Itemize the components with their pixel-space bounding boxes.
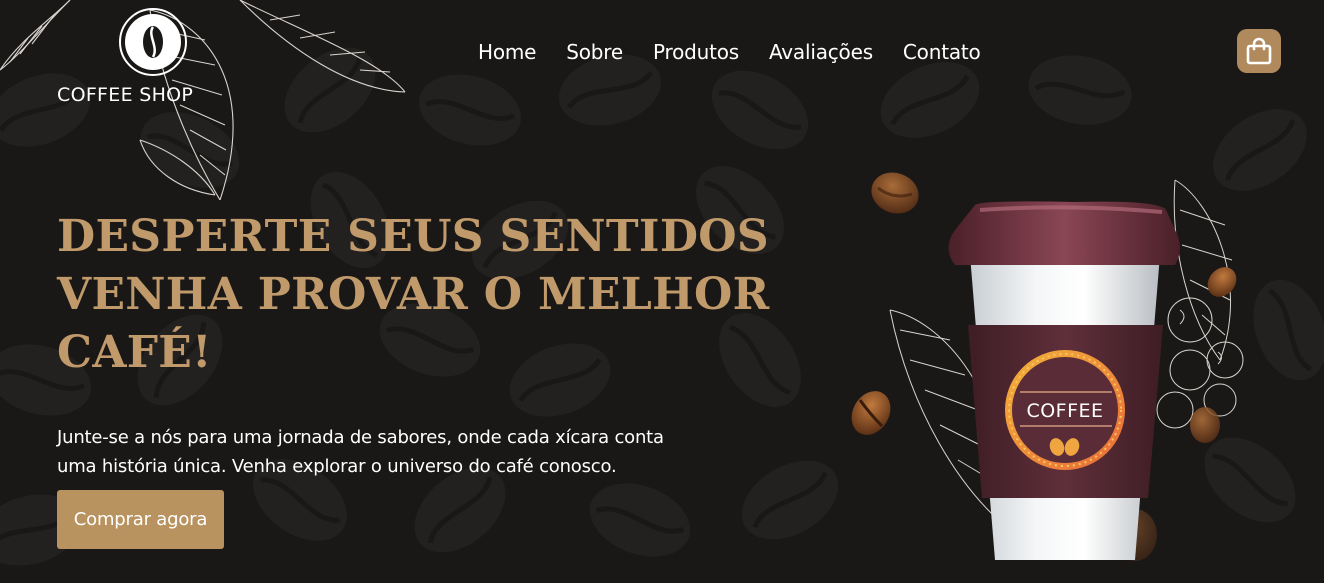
hero-title-line-2: VENHA PROVAR O MELHOR xyxy=(57,269,770,320)
hero-description-line-1: Junte-se a nós para uma jornada de sabor… xyxy=(57,427,664,448)
hero-description: Junte-se a nós para uma jornada de sabor… xyxy=(57,423,677,481)
logo-badge xyxy=(119,8,187,76)
brand-name: COFFEE SHOP xyxy=(57,84,194,106)
nav-item-sobre[interactable]: Sobre xyxy=(566,40,623,64)
coffee-bean-icon xyxy=(143,26,163,58)
brand-logo[interactable]: COFFEE SHOP xyxy=(57,6,217,106)
main-nav: Home Sobre Produtos Avaliações Contato xyxy=(478,40,981,64)
hero-title-line-3: CAFÉ! xyxy=(57,327,212,378)
shopping-bag-icon xyxy=(1246,37,1272,65)
cart-button[interactable] xyxy=(1237,29,1281,73)
nav-item-home[interactable]: Home xyxy=(478,40,536,64)
nav-item-contato[interactable]: Contato xyxy=(903,40,981,64)
hero-title: DESPERTE SEUS SENTIDOS VENHA PROVAR O ME… xyxy=(57,208,777,382)
nav-item-produtos[interactable]: Produtos xyxy=(653,40,739,64)
hero-description-line-2: uma história única. Venha explorar o uni… xyxy=(57,456,617,477)
hero-title-line-1: DESPERTE SEUS SENTIDOS xyxy=(57,211,769,262)
buy-now-button[interactable]: Comprar agora xyxy=(57,490,224,549)
cup-label: COFFEE xyxy=(1026,400,1103,422)
nav-item-avaliacoes[interactable]: Avaliações xyxy=(769,40,873,64)
coffee-cup-illustration: COFFEE xyxy=(851,172,1244,561)
